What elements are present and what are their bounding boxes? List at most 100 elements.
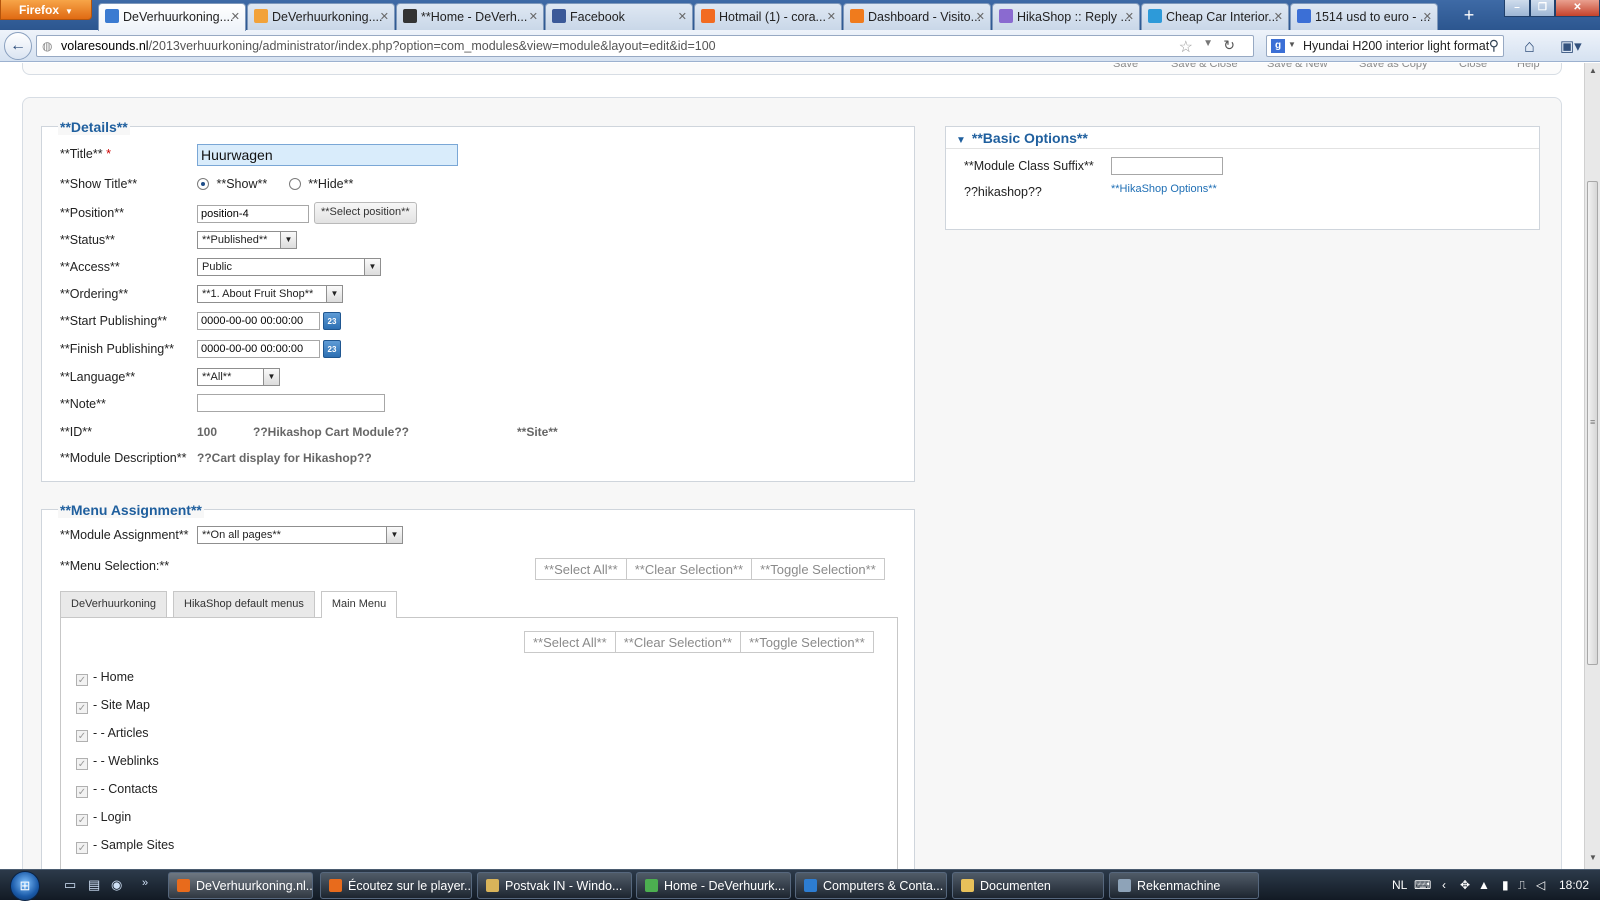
window-maximize-button[interactable]: ❐ <box>1530 0 1555 17</box>
menu-item-checkbox[interactable]: ✓ <box>76 702 88 714</box>
browser-tab[interactable]: 1514 usd to euro - ... ✕ <box>1290 3 1438 30</box>
tab-close-icon[interactable]: ✕ <box>231 10 240 23</box>
taskbar-button[interactable]: Documenten <box>952 872 1104 899</box>
antivirus-icon[interactable]: ▲ <box>1478 878 1490 892</box>
browser-tab[interactable]: Facebook ✕ <box>545 3 693 30</box>
access-select[interactable]: Public ▼ <box>197 258 381 276</box>
keyboard-icon[interactable]: ⌨ <box>1414 878 1431 892</box>
tab-main-menu[interactable]: Main Menu <box>320 591 398 618</box>
clock[interactable]: 18:02 <box>1559 878 1589 892</box>
language-select[interactable]: **All** ▼ <box>197 368 280 386</box>
window-minimize-button[interactable]: – <box>1504 0 1530 17</box>
new-tab-button[interactable]: + <box>1457 5 1481 27</box>
clear-selection-button[interactable]: **Clear Selection** <box>625 558 753 580</box>
start-publishing-input[interactable] <box>197 312 320 330</box>
calendar-icon[interactable]: 23 <box>323 312 341 330</box>
panel-clear-selection-button[interactable]: **Clear Selection** <box>614 631 742 653</box>
search-engine-dropdown-icon[interactable]: ▼ <box>1288 40 1296 49</box>
browser-tab[interactable]: HikaShop :: Reply ... ✕ <box>992 3 1140 30</box>
browser-tab[interactable]: Cheap Car Interior... ✕ <box>1141 3 1289 30</box>
vertical-scrollbar[interactable]: ▲ ≡ ▼ <box>1584 63 1600 869</box>
tab-close-icon[interactable]: ✕ <box>1423 10 1432 23</box>
toolbar-close-button[interactable]: Close <box>1459 63 1487 70</box>
language-indicator[interactable]: NL <box>1392 878 1407 892</box>
search-bar[interactable]: g ▼ Hyundai H200 interior light format ⚲ <box>1266 35 1504 57</box>
explorer-icon[interactable]: ▤ <box>88 877 100 893</box>
start-button[interactable]: ⊞ <box>10 871 40 901</box>
browser-tab[interactable]: **Home - DeVerh... ✕ <box>396 3 544 30</box>
quick-launch-more-icon[interactable]: » <box>142 877 148 889</box>
battery-icon[interactable]: ▮ <box>1502 878 1509 892</box>
tray-expand-icon[interactable]: ‹ <box>1442 878 1446 892</box>
menu-item-checkbox[interactable]: ✓ <box>76 758 88 770</box>
taskbar-button[interactable]: Postvak IN - Windo... <box>477 872 632 899</box>
module-assignment-select[interactable]: **On all pages** ▼ <box>197 526 403 544</box>
tab-close-icon[interactable]: ✕ <box>1274 10 1283 23</box>
url-history-dropdown-icon[interactable]: ▼ <box>1203 38 1213 49</box>
taskbar-button[interactable]: Computers & Conta... <box>795 872 947 899</box>
toolbar-save-copy-button[interactable]: Save as Copy <box>1359 63 1427 70</box>
scrollbar-thumb[interactable]: ≡ <box>1587 181 1598 665</box>
menu-item-checkbox[interactable]: ✓ <box>76 786 88 798</box>
site-identity-icon[interactable]: ◍ <box>42 39 52 53</box>
tab-close-icon[interactable]: ✕ <box>678 10 687 23</box>
module-class-suffix-input[interactable] <box>1111 157 1223 175</box>
bookmark-star-icon[interactable]: ☆ <box>1179 37 1193 57</box>
dropbox-icon[interactable]: ✥ <box>1460 878 1470 892</box>
show-radio-label[interactable]: **Show** <box>216 177 267 191</box>
ordering-select[interactable]: **1. About Fruit Shop** ▼ <box>197 285 343 303</box>
calendar-icon[interactable]: 23 <box>323 340 341 358</box>
panel-select-all-button[interactable]: **Select All** <box>524 631 616 653</box>
tab-close-icon[interactable]: ✕ <box>1125 10 1134 23</box>
note-input[interactable] <box>197 394 385 412</box>
toolbar-save-button[interactable]: Save <box>1113 63 1138 70</box>
browser-tab[interactable]: Hotmail (1) - cora... ✕ <box>694 3 842 30</box>
toolbar-help-button[interactable]: Help <box>1517 63 1540 70</box>
taskbar-button[interactable]: Home - DeVerhuurk... <box>636 872 791 899</box>
show-desktop-icon[interactable]: ▭ <box>64 877 76 893</box>
select-all-button[interactable]: **Select All** <box>535 558 627 580</box>
home-icon[interactable]: ⌂ <box>1524 36 1535 57</box>
back-button[interactable]: ← <box>4 32 32 60</box>
chrome-icon[interactable]: ◉ <box>111 877 122 893</box>
tab-close-icon[interactable]: ✕ <box>827 10 836 23</box>
toolbar-save-new-button[interactable]: Save & New <box>1267 63 1328 70</box>
tab-close-icon[interactable]: ✕ <box>380 10 389 23</box>
tab-close-icon[interactable]: ✕ <box>529 10 538 23</box>
title-input[interactable] <box>197 144 458 166</box>
google-search-engine-icon[interactable]: g <box>1271 39 1285 53</box>
search-magnifier-icon[interactable]: ⚲ <box>1489 37 1499 54</box>
taskbar-button[interactable]: Rekenmachine <box>1109 872 1259 899</box>
menu-item-checkbox[interactable]: ✓ <box>76 730 88 742</box>
window-close-button[interactable]: ✕ <box>1555 0 1600 17</box>
select-position-button[interactable]: **Select position** <box>314 202 417 224</box>
position-input[interactable] <box>197 205 309 223</box>
hikashop-options-link[interactable]: **HikaShop Options** <box>1111 183 1217 195</box>
network-icon[interactable]: ⎍ <box>1518 878 1526 893</box>
toggle-selection-button[interactable]: **Toggle Selection** <box>751 558 885 580</box>
tab-hikashop-default-menus[interactable]: HikaShop default menus <box>173 591 315 617</box>
bookmarks-menu-icon[interactable]: ▣▾ <box>1560 37 1582 55</box>
browser-tab[interactable]: DeVerhuurkoning.... ✕ <box>98 3 246 31</box>
url-bar[interactable]: ◍ volaresounds.nl/2013verhuurkoning/admi… <box>36 35 1254 57</box>
volume-icon[interactable]: ◁ <box>1536 878 1545 892</box>
browser-tab[interactable]: DeVerhuurkoning.... ✕ <box>247 3 395 30</box>
basic-options-toggle[interactable]: ▼ **Basic Options** <box>946 127 1539 149</box>
tab-close-icon[interactable]: ✕ <box>976 10 985 23</box>
scroll-up-arrow-icon[interactable]: ▲ <box>1589 66 1597 75</box>
reload-icon[interactable]: ↻ <box>1223 37 1235 54</box>
panel-toggle-selection-button[interactable]: **Toggle Selection** <box>740 631 874 653</box>
finish-publishing-input[interactable] <box>197 340 320 358</box>
menu-item-checkbox[interactable]: ✓ <box>76 814 88 826</box>
browser-tab[interactable]: Dashboard - Visito... ✕ <box>843 3 991 30</box>
toolbar-save-close-button[interactable]: Save & Close <box>1171 63 1238 70</box>
firefox-menu-button[interactable]: Firefox ▼ <box>0 0 92 20</box>
taskbar-button[interactable]: DeVerhuurkoning.nl... <box>168 872 313 899</box>
status-select[interactable]: **Published** ▼ <box>197 231 297 249</box>
taskbar-button[interactable]: Écoutez sur le player... <box>320 872 472 899</box>
hide-radio-label[interactable]: **Hide** <box>308 177 353 191</box>
tab-deverhuurkoning[interactable]: DeVerhuurkoning <box>60 591 168 617</box>
menu-item-checkbox[interactable]: ✓ <box>76 674 88 686</box>
menu-item-checkbox[interactable]: ✓ <box>76 842 88 854</box>
scroll-down-arrow-icon[interactable]: ▼ <box>1589 853 1597 862</box>
